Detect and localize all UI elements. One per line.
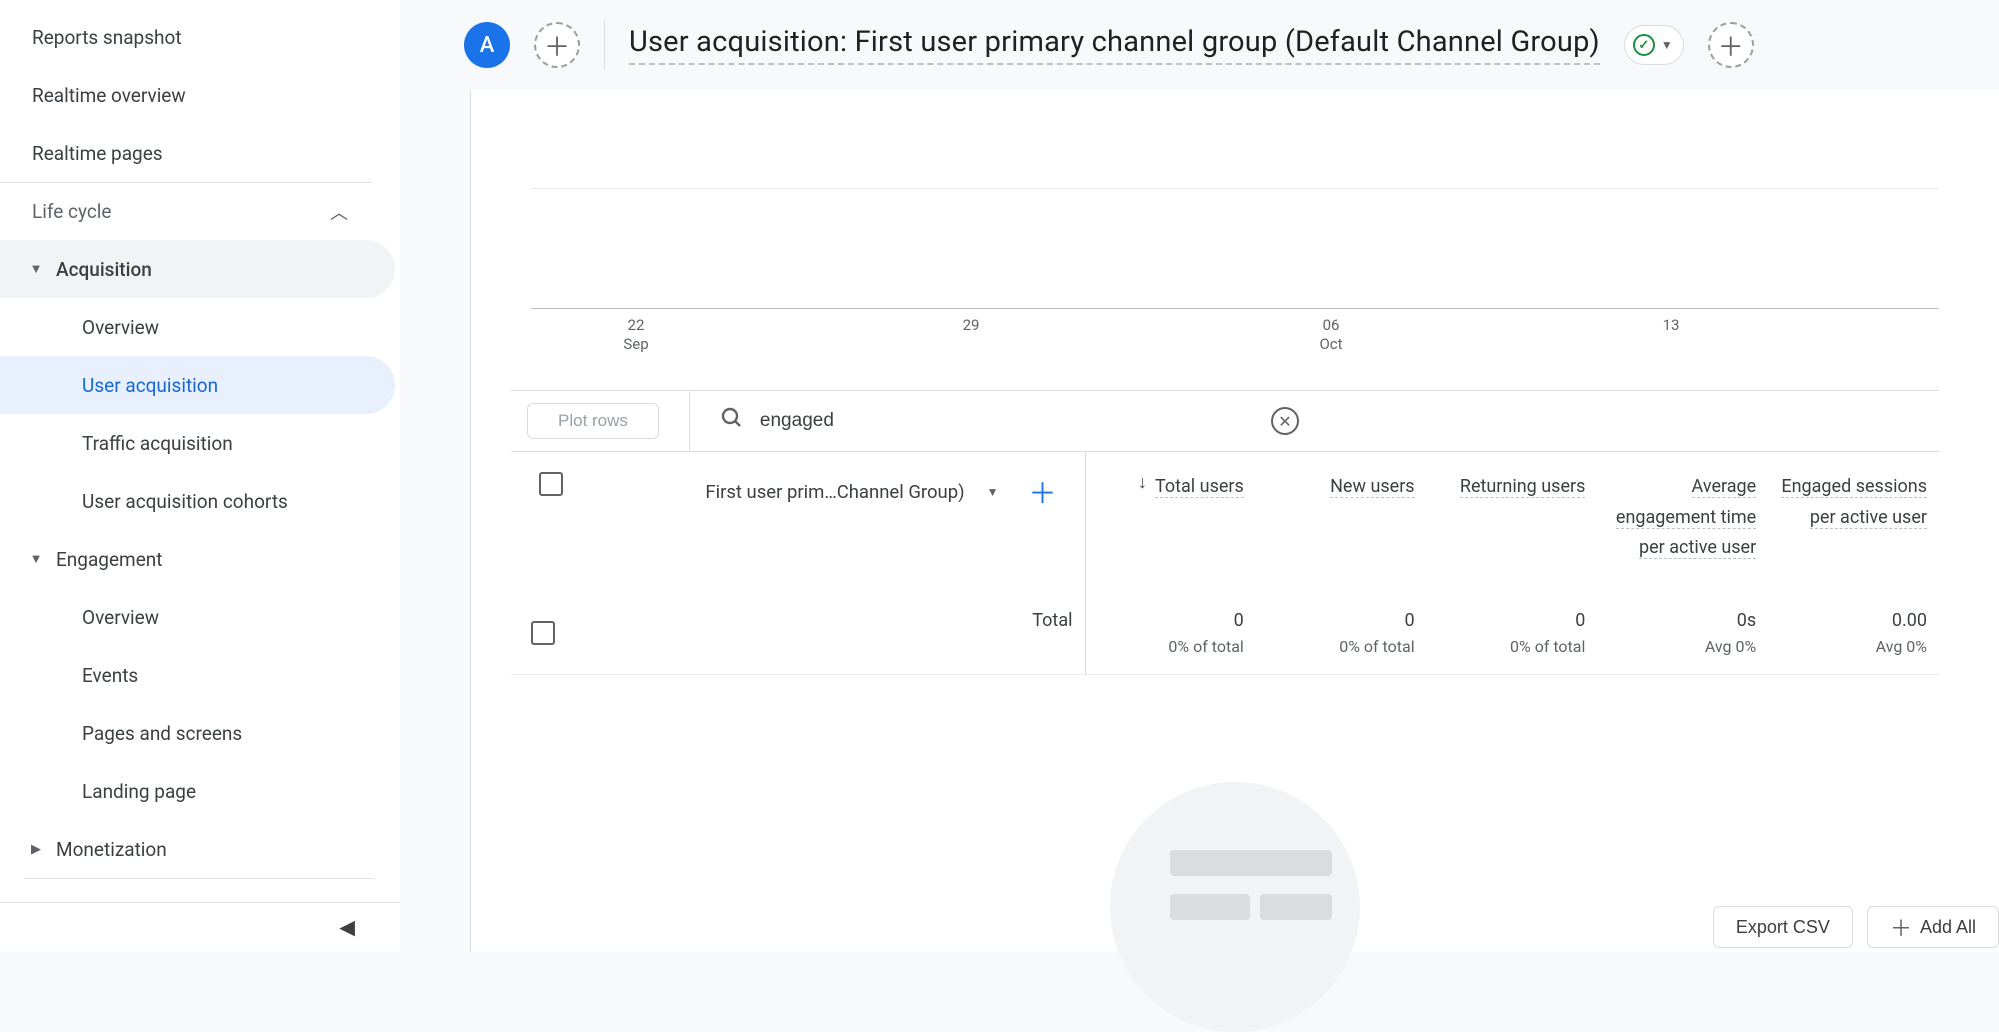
report-title[interactable]: User acquisition: First user primary cha… — [629, 25, 1600, 65]
table-toolbar: Plot rows ✕ — [511, 390, 1939, 452]
chart-baseline — [531, 308, 1939, 309]
toolbar-separator — [689, 391, 690, 451]
export-csv-button[interactable]: Export CSV — [1713, 906, 1853, 948]
totals-new-users: 0 0% of total — [1256, 584, 1427, 675]
sidebar-group-monetization[interactable]: ▶ Monetization — [0, 820, 395, 878]
sidebar-item-traffic-acquisition[interactable]: Traffic acquisition — [0, 414, 395, 472]
dimension-dropdown-icon[interactable]: ▼ — [981, 479, 1005, 505]
sidebar-divider — [24, 878, 374, 879]
metric-header-avg-engagement-time[interactable]: Average engagement time per active user — [1597, 452, 1768, 584]
close-icon: ✕ — [1278, 412, 1291, 431]
empty-state-illustration — [1110, 782, 1360, 1032]
caret-down-icon: ▼ — [1661, 38, 1673, 52]
header-separator — [604, 20, 605, 70]
sidebar-section-life-cycle[interactable]: Life cycle ︿ — [0, 182, 372, 240]
add-comparison-button[interactable]: ＋ — [534, 22, 580, 68]
totals-total-users: 0 0% of total — [1085, 584, 1256, 675]
metric-header-engaged-sessions-per-user[interactable]: Engaged sessions per active user — [1768, 452, 1939, 584]
plus-icon: ＋ — [1718, 27, 1744, 64]
status-chip[interactable]: ✓ ▼ — [1624, 25, 1684, 65]
sidebar-section-label: Life cycle — [32, 200, 111, 223]
sidebar-item-acquisition-overview[interactable]: Overview — [0, 298, 395, 356]
totals-returning-users: 0 0% of total — [1427, 584, 1598, 675]
segment-avatar[interactable]: A — [464, 22, 510, 68]
select-all-checkbox[interactable] — [539, 472, 563, 496]
sidebar-group-label: Engagement — [56, 548, 163, 571]
report-header: A ＋ User acquisition: First user primary… — [400, 0, 1999, 90]
totals-checkbox[interactable] — [531, 621, 555, 645]
caret-right-icon: ▶ — [26, 842, 46, 857]
metric-header-total-users[interactable]: ↓Total users — [1085, 452, 1256, 584]
table-footer-actions: Export CSV ＋ Add All — [1713, 906, 1999, 952]
sort-descending-icon: ↓ — [1138, 472, 1147, 493]
collapse-icon[interactable]: ◄ — [334, 912, 360, 943]
sidebar-item-engagement-overview[interactable]: Overview — [0, 588, 395, 646]
x-tick: 06Oct — [1319, 316, 1342, 354]
sidebar-item-landing-page[interactable]: Landing page — [0, 762, 395, 820]
report-main-panel: 22Sep 29 06Oct 13 Plot rows ✕ — [470, 90, 1999, 952]
sidebar-item-events[interactable]: Events — [0, 646, 395, 704]
sidebar-item-reports-snapshot[interactable]: Reports snapshot — [0, 8, 395, 66]
x-tick: 13 — [1663, 316, 1680, 335]
add-card-button[interactable]: ＋ — [1708, 22, 1754, 68]
sidebar-item-realtime-pages[interactable]: Realtime pages — [0, 124, 395, 182]
search-input[interactable] — [760, 410, 1255, 432]
totals-label: Total — [575, 584, 1085, 675]
sidebar-item-realtime-overview[interactable]: Realtime overview — [0, 66, 395, 124]
search-icon — [720, 406, 744, 436]
sidebar-item-user-acquisition-cohorts[interactable]: User acquisition cohorts — [0, 472, 395, 530]
totals-avg-engagement: 0s Avg 0% — [1597, 584, 1768, 675]
plus-icon: ＋ — [1890, 911, 1912, 943]
totals-row: Total 0 0% of total 0 0% of total 0 0% o… — [511, 584, 1939, 675]
data-table: First user prim…Channel Group) ▼ ＋ ↓Tota… — [511, 452, 1939, 675]
sidebar-group-label: Acquisition — [56, 258, 152, 281]
sidebar-item-pages-and-screens[interactable]: Pages and screens — [0, 704, 395, 762]
metric-header-new-users[interactable]: New users — [1256, 452, 1427, 584]
caret-down-icon: ▼ — [26, 551, 46, 567]
metric-header-returning-users[interactable]: Returning users — [1427, 452, 1598, 584]
table-header-row: First user prim…Channel Group) ▼ ＋ ↓Tota… — [511, 452, 1939, 584]
table-search: ✕ — [720, 406, 1939, 436]
reports-sidebar: Reports snapshot Realtime overview Realt… — [0, 0, 400, 952]
add-all-button[interactable]: ＋ Add All — [1867, 906, 1999, 948]
sidebar-collapse-bar: ◄ — [0, 902, 400, 952]
plus-icon: ＋ — [544, 27, 570, 64]
x-tick: 22Sep — [623, 316, 648, 354]
sidebar-group-engagement[interactable]: ▼ Engagement — [0, 530, 395, 588]
dimension-header[interactable]: First user prim…Channel Group) — [705, 481, 964, 503]
chevron-up-icon: ︿ — [330, 199, 348, 225]
check-circle-icon: ✓ — [1633, 34, 1655, 56]
plot-rows-button[interactable]: Plot rows — [527, 403, 659, 439]
x-tick: 29 — [963, 316, 980, 335]
totals-engaged-sessions: 0.00 Avg 0% — [1768, 584, 1939, 675]
sidebar-item-user-acquisition[interactable]: User acquisition — [0, 356, 395, 414]
sidebar-group-label: Monetization — [56, 838, 167, 861]
line-chart: 22Sep 29 06Oct 13 — [531, 90, 1939, 390]
add-dimension-button[interactable]: ＋ — [1020, 472, 1064, 512]
chart-gridline — [531, 188, 1939, 189]
clear-search-button[interactable]: ✕ — [1271, 407, 1299, 435]
sidebar-group-acquisition[interactable]: ▼ Acquisition — [0, 240, 395, 298]
caret-down-icon: ▼ — [26, 261, 46, 277]
